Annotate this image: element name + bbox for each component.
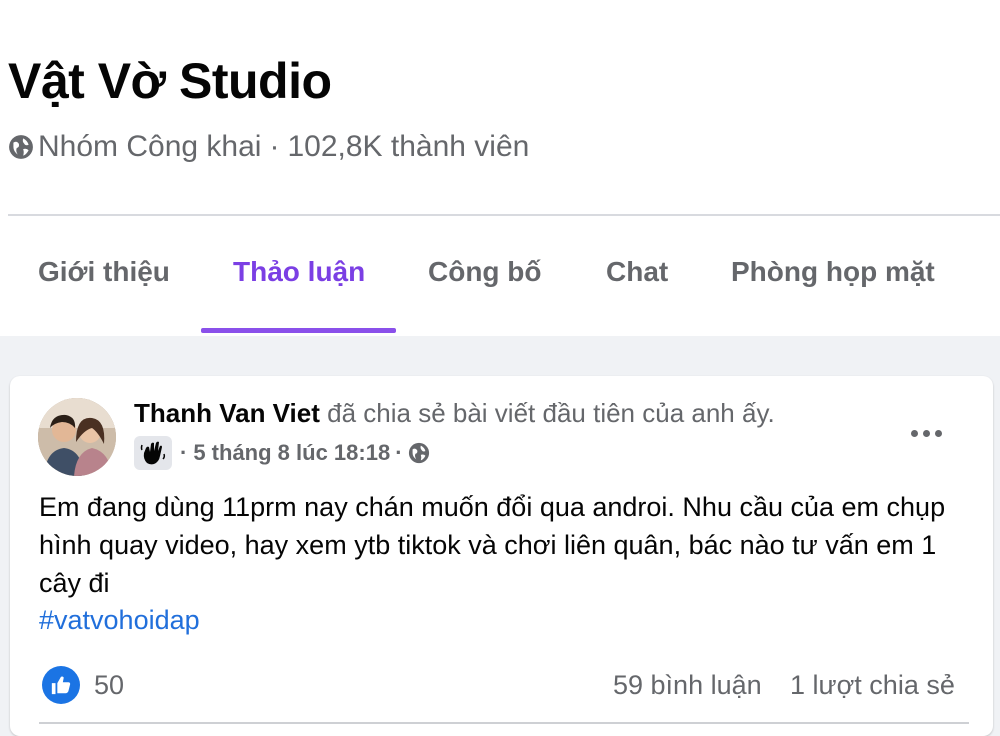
meta-separator: ·	[269, 130, 280, 163]
group-header: Vật Vờ Studio Nhóm Công khai · 102,8K th…	[0, 0, 1000, 336]
thumbs-up-icon[interactable]	[42, 666, 80, 704]
comment-count[interactable]: 59 bình luận	[613, 670, 762, 701]
more-options-icon[interactable]	[903, 416, 949, 450]
waving-hand-icon	[140, 441, 166, 465]
reaction-count[interactable]: 50	[94, 670, 124, 701]
globe-icon[interactable]	[408, 442, 430, 464]
tab-discussion[interactable]: Thảo luận	[233, 256, 365, 288]
post-text: Em đang dùng 11prm nay chán muốn đổi qua…	[39, 492, 946, 598]
post-timestamp[interactable]: 5 tháng 8 lúc 18:18	[193, 440, 390, 466]
post-hashtag[interactable]: #vatvohoidap	[39, 605, 200, 636]
share-count[interactable]: 1 lượt chia sẻ	[790, 670, 955, 701]
avatar[interactable]	[38, 398, 116, 476]
post-author[interactable]: Thanh Van Viet	[134, 398, 320, 428]
tab-about[interactable]: Giới thiệu	[38, 256, 170, 288]
post-divider	[39, 722, 969, 724]
post-stats: 50 59 bình luận 1 lượt chia sẻ	[10, 664, 993, 708]
group-meta: Nhóm Công khai · 102,8K thành viên	[8, 130, 529, 164]
tab-announcements[interactable]: Công bố	[428, 256, 542, 288]
post-header: Thanh Van Viet đã chia sẻ bài viết đầu t…	[134, 398, 775, 429]
tab-chat[interactable]: Chat	[606, 256, 668, 288]
post-meta: · 5 tháng 8 lúc 18:18 ·	[134, 436, 430, 470]
meta-separator: ·	[180, 440, 188, 465]
meta-separator: ·	[395, 440, 403, 465]
avatar-image	[38, 398, 116, 476]
active-tab-indicator	[201, 328, 396, 333]
new-member-badge[interactable]	[134, 436, 172, 470]
group-name[interactable]: Vật Vờ Studio	[8, 52, 332, 110]
group-privacy[interactable]: Nhóm Công khai	[38, 130, 261, 164]
tab-rooms[interactable]: Phòng họp mặt	[731, 256, 935, 288]
globe-icon	[9, 135, 33, 159]
post-card: Thanh Van Viet đã chia sẻ bài viết đầu t…	[10, 376, 993, 736]
post-action: đã chia sẻ bài viết đầu tiên của anh ấy.	[327, 398, 775, 428]
group-tabs: Giới thiệu Thảo luận Công bố Chat Phòng …	[0, 216, 1000, 336]
group-member-count[interactable]: 102,8K thành viên	[287, 130, 529, 164]
